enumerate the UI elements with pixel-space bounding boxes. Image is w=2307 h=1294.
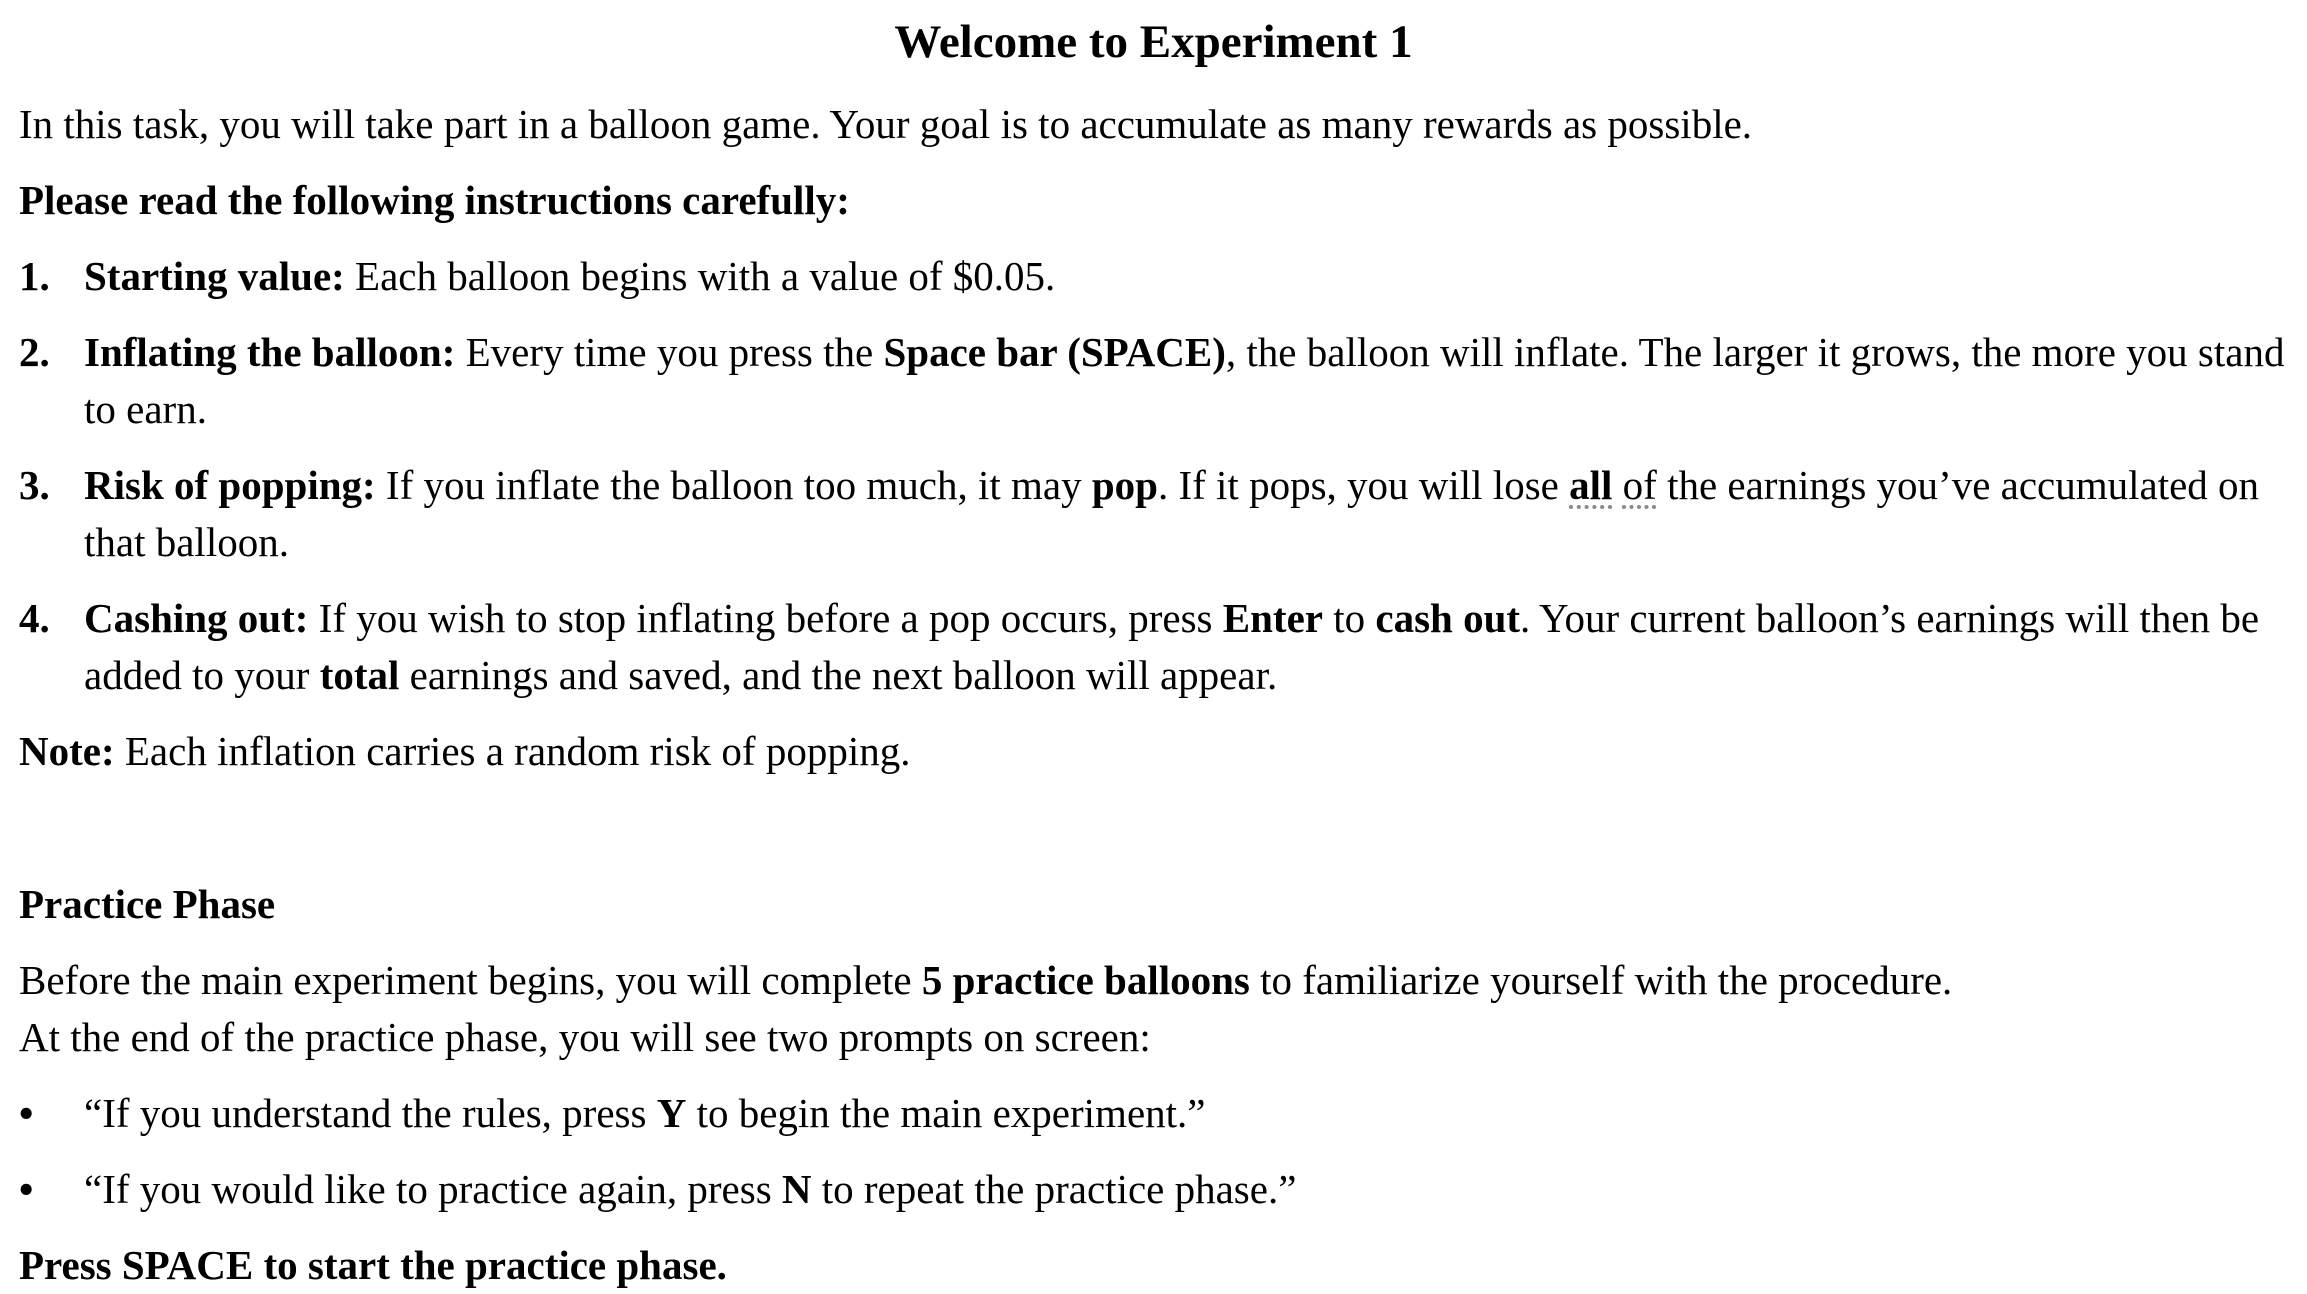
bullet-marker: • <box>19 1166 34 1212</box>
rule-label: Inflating the balloon: <box>84 329 456 375</box>
total-emphasis: total <box>319 652 400 698</box>
y-key-label: Y <box>656 1090 687 1136</box>
rule-item-inflating: 2. Inflating the balloon: Every time you… <box>19 324 2297 438</box>
rule-text: to <box>1322 595 1376 641</box>
rule-number: 1. <box>19 253 50 299</box>
bullet-item-begin: • “If you understand the rules, press Y … <box>19 1085 2297 1142</box>
instruction-page: Welcome to Experiment 1 In this task, yo… <box>0 0 2307 1289</box>
rule-label: Starting value: <box>84 253 345 299</box>
rule-number: 4. <box>19 595 50 641</box>
pop-emphasis: pop <box>1091 462 1158 508</box>
rule-label: Risk of popping: <box>84 462 376 508</box>
practice-heading: Practice Phase <box>19 881 276 927</box>
instructions-heading: Please read the following instructions c… <box>19 177 850 223</box>
rule-label: Cashing out: <box>84 595 309 641</box>
rule-text: earnings and saved, and the next balloon… <box>399 652 1278 698</box>
of-word: of <box>1622 462 1657 508</box>
rule-number: 2. <box>19 329 50 375</box>
rule-text: . If it pops, you will lose <box>1157 462 1570 508</box>
all-emphasis: all <box>1569 462 1613 508</box>
note-paragraph: Note: Each inflation carries a random ri… <box>19 723 2297 780</box>
note-label: Note: <box>19 728 115 774</box>
rule-item-risk-of-popping: 3. Risk of popping: If you inflate the b… <box>19 457 2297 571</box>
cash-out-emphasis: cash out <box>1375 595 1521 641</box>
practice-prompt-intro: At the end of the practice phase, you wi… <box>19 1014 1151 1060</box>
rule-text: If you wish to stop inflating before a p… <box>308 595 1223 641</box>
bullet-marker: • <box>19 1090 34 1136</box>
note-text: Each inflation carries a random risk of … <box>114 728 911 774</box>
rule-text: If you inflate the balloon too much, it … <box>375 462 1092 508</box>
start-prompt: Press SPACE to start the practice phase. <box>19 1242 727 1288</box>
space-key-label: Space bar (SPACE) <box>883 329 1226 375</box>
rule-item-starting-value: 1. Starting value: Each balloon begins w… <box>19 248 2297 305</box>
n-key-label: N <box>781 1166 812 1212</box>
rule-text: Each balloon begins with a value of $0.0… <box>344 253 1056 299</box>
intro-paragraph: In this task, you will take part in a ba… <box>19 101 1753 147</box>
rule-item-cashing-out: 4. Cashing out: If you wish to stop infl… <box>19 590 2297 704</box>
rule-text: Every time you press the <box>455 329 884 375</box>
enter-key-label: Enter <box>1222 595 1323 641</box>
practice-paragraph: Before the main experiment begins, you w… <box>19 957 1953 1003</box>
rule-number: 3. <box>19 462 50 508</box>
practice-count-emphasis: 5 practice balloons <box>921 957 1250 1003</box>
page-title: Welcome to Experiment 1 <box>894 16 1413 68</box>
bullet-item-repeat: • “If you would like to practice again, … <box>19 1161 2297 1218</box>
